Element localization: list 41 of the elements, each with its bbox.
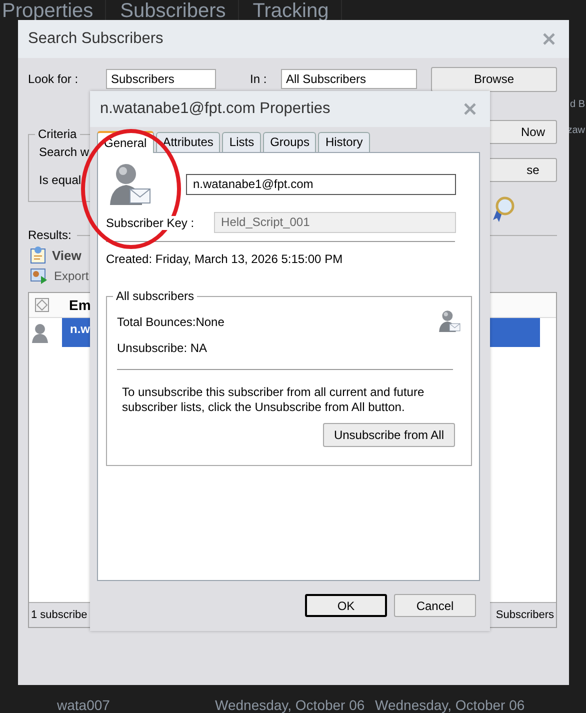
dialog-title: Search Subscribers bbox=[28, 30, 164, 48]
field-label: Look for : bbox=[28, 72, 80, 86]
look-for-field[interactable]: Subscribers bbox=[106, 69, 216, 89]
dialog-title: n.watanabe1@fpt.com Properties bbox=[100, 100, 330, 118]
person-icon bbox=[31, 322, 49, 342]
bounces-text: Total Bounces:None bbox=[117, 315, 224, 329]
browse-button[interactable]: Browse bbox=[431, 66, 557, 92]
table-cell-text: wata007 bbox=[57, 697, 111, 713]
table-cell-text: Wednesday, October 06 bbox=[215, 697, 366, 713]
tab[interactable]: History bbox=[318, 132, 370, 152]
info-text: To unsubscribe this subscriber from all current and future subscriber lists, click the Unsubscribe from All button. bbox=[121, 385, 426, 415]
person-export-icon bbox=[30, 268, 48, 284]
tab[interactable]: Attributes bbox=[156, 132, 220, 152]
close-icon[interactable] bbox=[543, 33, 555, 45]
ok-button[interactable]: OK bbox=[305, 594, 387, 617]
status-text: 1 subscribe bbox=[31, 609, 88, 621]
field-label: Is equal bbox=[39, 173, 82, 187]
email-field[interactable]: n.watanabe1@fpt.com bbox=[186, 174, 456, 194]
group-legend: All subscribers bbox=[113, 289, 198, 303]
field-label: In : bbox=[250, 72, 268, 86]
cancel-button[interactable]: Cancel bbox=[394, 594, 476, 617]
person-envelope-icon bbox=[437, 309, 461, 333]
view-link[interactable]: View bbox=[52, 248, 82, 262]
section-label: Results: bbox=[28, 228, 72, 242]
close-icon[interactable] bbox=[464, 103, 476, 115]
column-header[interactable]: Em bbox=[61, 297, 91, 313]
unsubscribe-button[interactable]: Unsubscribe from All bbox=[323, 423, 455, 447]
created-text: Created: Friday, March 13, 2026 5:15:00 PM bbox=[106, 252, 344, 266]
checkbox-icon bbox=[35, 298, 49, 312]
field-label: Search w bbox=[39, 145, 90, 159]
background-text: d B bbox=[570, 98, 586, 112]
tab[interactable]: Groups bbox=[263, 132, 316, 152]
group-legend: Criteria bbox=[35, 127, 80, 141]
in-field[interactable]: All Subscribers bbox=[281, 69, 417, 89]
export-link[interactable]: Export bbox=[54, 269, 89, 283]
card-icon bbox=[30, 246, 46, 264]
status-text: Subscribers bbox=[496, 609, 554, 621]
unsubscribe-status: Unsubscribe: NA bbox=[117, 341, 208, 355]
table-cell-text: Wednesday, October 06 bbox=[375, 697, 526, 713]
field-label: Subscriber Key : bbox=[106, 216, 194, 230]
tab[interactable]: Lists bbox=[222, 132, 262, 152]
